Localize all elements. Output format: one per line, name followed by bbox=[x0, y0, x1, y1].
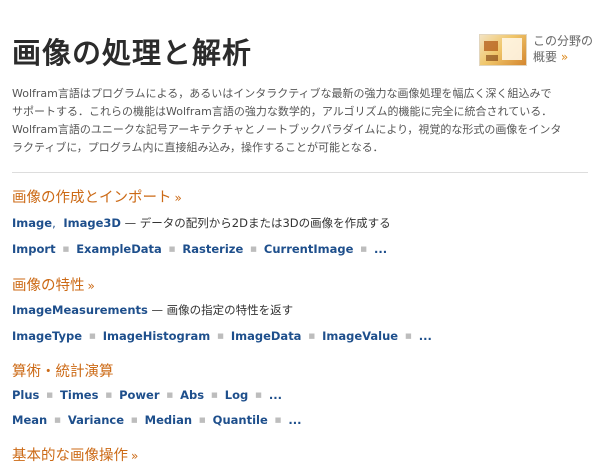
function-description: — 画像の指定の特性を返す bbox=[151, 303, 294, 317]
function-link[interactable]: CurrentImage bbox=[264, 242, 354, 256]
intro-line: サポートする．これらの機能はWolfram言語の強力な数学的，アルゴリズム的機能… bbox=[12, 105, 553, 118]
function-link[interactable]: Rasterize bbox=[182, 242, 243, 256]
function-link[interactable]: Power bbox=[119, 388, 159, 402]
section-heading-text[interactable]: 画像の作成とインポート bbox=[12, 190, 172, 206]
separator: ■ bbox=[54, 416, 61, 424]
overview-arrow-icon[interactable]: » bbox=[561, 50, 568, 64]
function-link[interactable]: Median bbox=[145, 413, 192, 427]
page-title: 画像の処理と解析 bbox=[12, 36, 253, 70]
separator: ■ bbox=[255, 391, 262, 399]
function-link[interactable]: ImageData bbox=[231, 329, 302, 343]
function-link[interactable]: Image bbox=[12, 216, 52, 230]
function-link[interactable]: Variance bbox=[68, 413, 124, 427]
separator: ■ bbox=[46, 391, 54, 399]
function-link[interactable]: Import bbox=[12, 242, 56, 256]
separator: ■ bbox=[308, 332, 316, 340]
intro-paragraph: Wolfram言語はプログラムによる，あるいはインタラクティブな最新の強力な画像… bbox=[12, 85, 584, 157]
more-link[interactable]: ... bbox=[374, 242, 387, 256]
function-list: Import ■ ExampleData ■ Rasterize ■ CurrentImag… bbox=[12, 242, 387, 256]
function-link[interactable]: Quantile bbox=[213, 413, 268, 427]
overview-label-line1[interactable]: この分野の bbox=[533, 33, 593, 49]
chevron-right-icon[interactable]: » bbox=[88, 279, 95, 293]
function-link[interactable]: ImageValue bbox=[322, 329, 398, 343]
section-heading-basic-operations[interactable]: 基本的な画像操作» bbox=[12, 444, 138, 465]
separator: ■ bbox=[168, 245, 176, 253]
intro-line: Wolfram言語はプログラムによる，あるいはインタラクティブな最新の強力な画像… bbox=[12, 87, 552, 100]
function-list: Plus ■ Times ■ Power ■ Abs ■ Log ■... bbox=[12, 388, 282, 402]
function-link[interactable]: Plus bbox=[12, 388, 39, 402]
section-description: ImageMeasurements — 画像の指定の特性を返す bbox=[12, 302, 293, 318]
chevron-right-icon[interactable]: » bbox=[175, 191, 182, 205]
separator: ■ bbox=[360, 245, 368, 253]
function-link[interactable]: Mean bbox=[12, 413, 47, 427]
function-link[interactable]: Image3D bbox=[63, 216, 121, 230]
overview-label-line2[interactable]: 概要 bbox=[533, 50, 557, 64]
separator: ■ bbox=[131, 416, 138, 424]
separator: ■ bbox=[274, 416, 282, 424]
separator: ■ bbox=[211, 391, 218, 399]
separator: ■ bbox=[89, 332, 96, 340]
function-link[interactable]: ImageType bbox=[12, 329, 82, 343]
more-link[interactable]: ... bbox=[419, 329, 432, 343]
function-link[interactable]: ImageHistogram bbox=[103, 329, 211, 343]
divider bbox=[12, 172, 588, 173]
separator: ■ bbox=[166, 391, 174, 399]
section-heading-text[interactable]: 基本的な画像操作 bbox=[12, 448, 128, 464]
function-description: — データの配列から2Dまたは3Dの画像を作成する bbox=[124, 216, 391, 230]
separator: ■ bbox=[105, 391, 113, 399]
function-link[interactable]: Log bbox=[225, 388, 248, 402]
function-link[interactable]: ExampleData bbox=[76, 242, 162, 256]
section-heading-text[interactable]: 画像の特性 bbox=[12, 278, 85, 294]
section-heading-arithmetic-statistics[interactable]: 算術・統計演算 bbox=[12, 360, 114, 381]
separator: ■ bbox=[405, 332, 412, 340]
section-description: Image, Image3D — データの配列から2Dまたは3Dの画像を作成する bbox=[12, 216, 391, 230]
separator: ■ bbox=[199, 416, 206, 424]
separator: ■ bbox=[217, 332, 224, 340]
chevron-right-icon[interactable]: » bbox=[131, 449, 138, 463]
overview-thumbnail[interactable] bbox=[479, 34, 527, 66]
function-link[interactable]: ImageMeasurements bbox=[12, 303, 148, 317]
section-heading-properties[interactable]: 画像の特性» bbox=[12, 274, 95, 295]
function-list: ImageType ■ ImageHistogram ■ ImageData ■ Image… bbox=[12, 329, 432, 343]
function-link[interactable]: Abs bbox=[180, 388, 204, 402]
intro-line: Wolfram言語のユニークな記号アーキテクチャとノートブックパラダイムにより，… bbox=[12, 123, 562, 136]
overview-link[interactable]: この分野の 概要 » bbox=[479, 33, 593, 66]
separator: ■ bbox=[62, 245, 70, 253]
function-link[interactable]: Times bbox=[60, 388, 98, 402]
function-list: Mean ■ Variance ■ Median ■ Quantile ■... bbox=[12, 413, 302, 427]
intro-line: ラクティブに，プログラム内に直接組み込み，操作することが可能となる． bbox=[12, 141, 384, 154]
section-heading-text[interactable]: 算術・統計演算 bbox=[12, 364, 114, 380]
separator: ■ bbox=[250, 245, 257, 253]
more-link[interactable]: ... bbox=[269, 388, 282, 402]
more-link[interactable]: ... bbox=[288, 413, 301, 427]
section-heading-create-import[interactable]: 画像の作成とインポート» bbox=[12, 186, 182, 207]
